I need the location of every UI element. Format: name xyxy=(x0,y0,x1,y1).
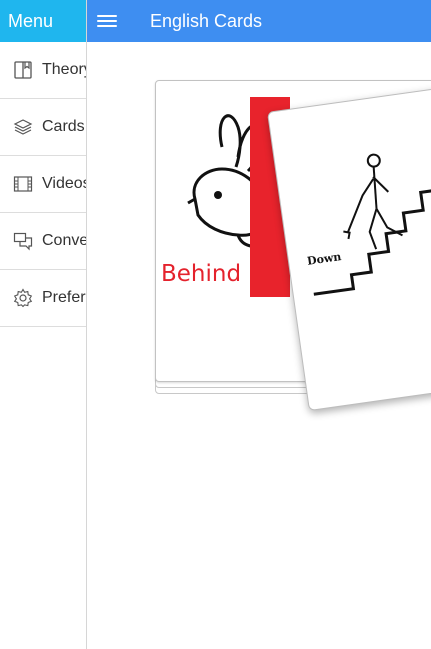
sidebar-item-label: Videos xyxy=(42,175,87,192)
sidebar-item-label: Preferences xyxy=(42,289,86,306)
film-icon xyxy=(13,174,33,194)
sidebar: Menu Theory Cards Videos Conversations P… xyxy=(0,0,87,649)
card-area: Behind Down xyxy=(87,42,431,649)
sidebar-item-videos[interactable]: Videos xyxy=(0,156,86,213)
sidebar-title: Menu xyxy=(0,0,86,42)
gear-icon xyxy=(13,288,33,308)
sidebar-item-preferences[interactable]: Preferences xyxy=(0,270,86,327)
top-bar: English Cards xyxy=(87,0,431,42)
page-title: English Cards xyxy=(150,11,263,31)
sidebar-item-theory[interactable]: Theory xyxy=(0,42,86,99)
hamburger-icon[interactable] xyxy=(97,12,117,30)
layers-icon xyxy=(13,117,33,137)
book-icon xyxy=(13,60,33,80)
sidebar-item-label: Theory xyxy=(42,61,87,78)
chat-icon xyxy=(13,231,33,251)
sidebar-item-label: Cards xyxy=(42,118,85,135)
sidebar-item-conversations[interactable]: Conversations xyxy=(0,213,86,270)
card-word: Behind xyxy=(161,261,242,287)
sidebar-item-label: Conversations xyxy=(42,232,86,249)
sidebar-item-cards[interactable]: Cards xyxy=(0,99,86,156)
